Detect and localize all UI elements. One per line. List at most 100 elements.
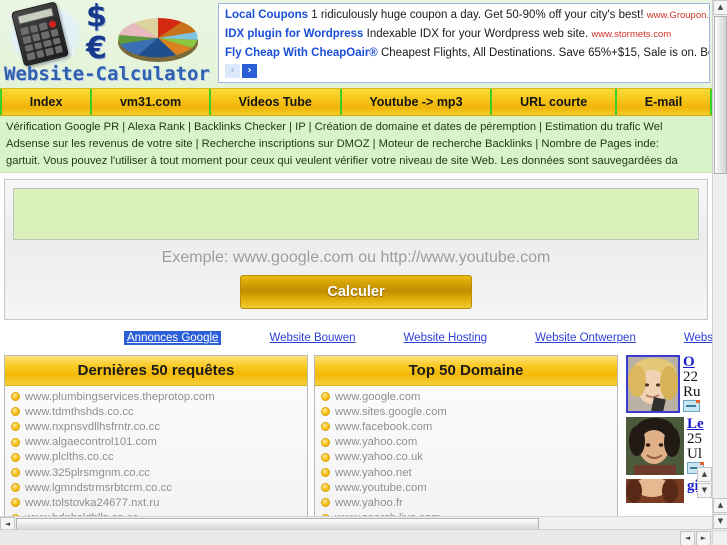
rail-entry[interactable]: O 22 Ru bbox=[626, 355, 712, 416]
panel-title: Dernières 50 requêtes bbox=[5, 356, 307, 386]
nav-item-vm31[interactable]: vm31.com bbox=[92, 89, 211, 115]
calculator-form: Exemple: www.google.com ou http://www.yo… bbox=[4, 179, 708, 320]
avatar[interactable] bbox=[626, 479, 684, 503]
pie-chart-icon bbox=[112, 6, 204, 68]
page-scroll-left-button[interactable]: ◄ bbox=[680, 531, 695, 545]
ad-link-website-hosting[interactable]: Website Hosting bbox=[404, 332, 488, 344]
ad-link-website-a[interactable]: Website A bbox=[684, 332, 712, 344]
snowflake-icon: ❄ bbox=[68, 47, 78, 59]
panel-top-domaine: Top 50 Domaine www.google.com www.sites.… bbox=[314, 355, 618, 523]
bullet-icon bbox=[321, 483, 330, 493]
ad-text: 1 ridiculously huge coupon a day. Get 50… bbox=[311, 9, 644, 21]
rail-scroll-down-button[interactable]: ▼ bbox=[697, 483, 712, 498]
mail-icon[interactable] bbox=[683, 400, 700, 412]
page-scroll-down-button[interactable]: ▼ bbox=[713, 514, 727, 529]
list-item-label: www.yahoo.fr bbox=[335, 496, 403, 509]
page-vertical-scrollbar[interactable]: ▲ ▲ ▼ bbox=[712, 0, 727, 545]
list-item[interactable]: www.plumbingservices.theprotop.com bbox=[5, 389, 307, 404]
list-item-label: www.algaecontrol101.com bbox=[25, 436, 157, 449]
description-line: Adsense sur les revenus de votre site | … bbox=[6, 138, 659, 150]
list-item[interactable]: www.yahoo.fr bbox=[315, 495, 617, 510]
euro-sign-icon: € bbox=[86, 31, 107, 66]
ad-row: IDX plugin for Wordpress Indexable IDX f… bbox=[225, 25, 705, 44]
nav-item-url-courte[interactable]: URL courte bbox=[492, 89, 617, 115]
list-item[interactable]: www.plclths.co.cc bbox=[5, 450, 307, 465]
panel-list: www.plumbingservices.theprotop.com www.t… bbox=[5, 386, 307, 522]
bullet-icon bbox=[321, 437, 330, 447]
site-logo[interactable]: ❄ ❄ $ € Website-Calculator bbox=[0, 0, 216, 88]
list-item[interactable]: www.nxpnsvdllhsfrntr.co.cc bbox=[5, 419, 307, 434]
url-input[interactable] bbox=[13, 188, 699, 240]
bullet-icon bbox=[321, 452, 330, 462]
description-line: Vérification Google PR | Alexa Rank | Ba… bbox=[6, 121, 663, 133]
avatar[interactable] bbox=[626, 355, 680, 413]
bullet-icon bbox=[11, 407, 20, 417]
list-item[interactable]: www.tolstovka24677.nxt.ru bbox=[5, 495, 307, 510]
nav-item-index[interactable]: Index bbox=[0, 89, 93, 115]
calculer-button[interactable]: Calculer bbox=[240, 275, 472, 309]
list-item-label: www.tdmthshds.co.cc bbox=[25, 405, 134, 418]
rail-line: 25 bbox=[687, 432, 702, 447]
list-item-label: www.plclths.co.cc bbox=[25, 451, 114, 464]
nav-item-videos-tube[interactable]: Videos Tube bbox=[211, 89, 342, 115]
ad-row: Fly Cheap With CheapOair® Cheapest Fligh… bbox=[225, 44, 709, 62]
example-hint: Exemple: www.google.com ou http://www.yo… bbox=[161, 249, 551, 266]
list-item-label: www.facebook.com bbox=[335, 420, 433, 433]
chevron-left-icon[interactable]: ‹ bbox=[225, 64, 240, 78]
list-item-label: www.yahoo.com bbox=[335, 436, 418, 449]
bullet-icon bbox=[321, 422, 330, 432]
ad-link-website-ontwerpen[interactable]: Website Ontwerpen bbox=[535, 332, 636, 344]
panel-list: www.google.com www.sites.google.com www.… bbox=[315, 386, 617, 522]
list-item[interactable]: www.facebook.com bbox=[315, 419, 617, 434]
page-scroll-up-button-2[interactable]: ▲ bbox=[713, 498, 727, 513]
list-item[interactable]: www.youtube.com bbox=[315, 480, 617, 495]
page-scroll-right-button[interactable]: ► bbox=[696, 531, 711, 545]
panel-dernieres-requetes: Dernières 50 requêtes www.plumbingservic… bbox=[4, 355, 308, 523]
rail-scroll-up-button[interactable]: ▲ bbox=[697, 467, 712, 482]
page-horizontal-scrollbar[interactable]: ◄ ► bbox=[0, 529, 712, 545]
google-ads-links: Annonces Google Website Bouwen Website H… bbox=[0, 327, 712, 349]
avatar[interactable] bbox=[626, 417, 684, 475]
chevron-right-icon[interactable]: › bbox=[242, 64, 257, 78]
list-item[interactable]: www.lgmndstrmsrbtcrm.co.cc bbox=[5, 480, 307, 495]
page-scroll-up-button[interactable]: ▲ bbox=[713, 0, 727, 15]
ad-title[interactable]: Fly Cheap With CheapOair® bbox=[225, 47, 378, 59]
list-item[interactable]: www.google.com bbox=[315, 389, 617, 404]
bullet-icon bbox=[11, 437, 20, 447]
nav-item-youtube-mp3[interactable]: Youtube -> mp3 bbox=[342, 89, 493, 115]
panels-row: Dernières 50 requêtes www.plumbingservic… bbox=[4, 355, 712, 531]
nav-item-email[interactable]: E-mail bbox=[617, 89, 712, 115]
ad-pager: ‹ › bbox=[225, 64, 705, 78]
ad-link-website-bouwen[interactable]: Website Bouwen bbox=[269, 332, 355, 344]
list-item-label: www.sites.google.com bbox=[335, 405, 447, 418]
ad-text: Indexable IDX for your Wordpress web sit… bbox=[366, 28, 589, 40]
right-rail-ads: O 22 Ru Le 25 Ul gi ▲ ▼ bbox=[626, 355, 712, 531]
panel-title: Top 50 Domaine bbox=[315, 356, 617, 386]
list-item-label: www.google.com bbox=[335, 390, 421, 403]
page-vertical-scroll-thumb[interactable] bbox=[714, 16, 727, 174]
list-item[interactable]: www.tdmthshds.co.cc bbox=[5, 404, 307, 419]
rail-line: Ul bbox=[687, 447, 702, 462]
list-item[interactable]: www.sites.google.com bbox=[315, 404, 617, 419]
list-item-label: www.nxpnsvdllhsfrntr.co.cc bbox=[25, 420, 160, 433]
dollar-sign-icon: $ bbox=[86, 0, 107, 34]
list-item[interactable]: www.yahoo.net bbox=[315, 465, 617, 480]
bullet-icon bbox=[11, 422, 20, 432]
list-item[interactable]: www.yahoo.com bbox=[315, 435, 617, 450]
ad-url[interactable]: www.Groupon.com bbox=[647, 10, 709, 21]
rail-text-block: O 22 Ru bbox=[683, 355, 701, 416]
bullet-icon bbox=[11, 483, 20, 493]
ad-title[interactable]: Local Coupons bbox=[225, 9, 308, 21]
annonces-google-label[interactable]: Annonces Google bbox=[124, 331, 222, 345]
page-content: ❄ ❄ $ € Website-Calculator Local Coupons… bbox=[0, 0, 712, 531]
list-item[interactable]: www.algaecontrol101.com bbox=[5, 435, 307, 450]
list-item-label: www.lgmndstrmsrbtcrm.co.cc bbox=[25, 481, 172, 494]
ad-text: Cheapest Flights, All Destinations. Save… bbox=[380, 47, 710, 59]
bullet-icon bbox=[11, 452, 20, 462]
ad-title[interactable]: IDX plugin for Wordpress bbox=[225, 28, 363, 40]
rail-title: Le bbox=[687, 417, 704, 432]
ad-url[interactable]: www.stormets.com bbox=[591, 29, 671, 40]
list-item[interactable]: www.yahoo.co.uk bbox=[315, 450, 617, 465]
list-item-label: www.yahoo.co.uk bbox=[335, 451, 423, 464]
list-item[interactable]: www.325plrsmgnm.co.cc bbox=[5, 465, 307, 480]
